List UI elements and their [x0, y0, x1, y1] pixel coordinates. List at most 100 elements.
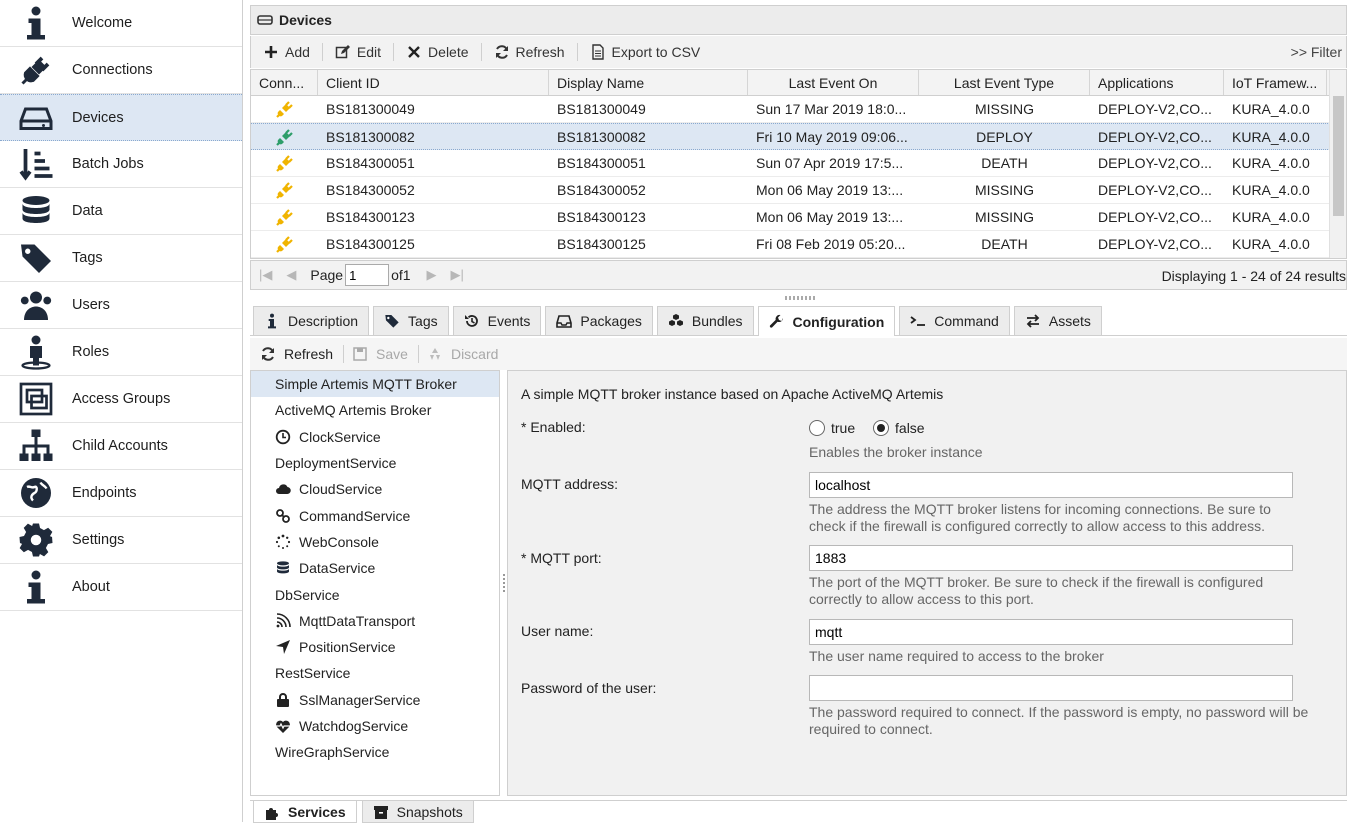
scrollbar-thumb[interactable]	[1333, 96, 1344, 216]
bottom-tab-snapshots[interactable]: Snapshots	[361, 801, 474, 823]
tab-assets[interactable]: Assets	[1013, 306, 1102, 335]
service-list-item[interactable]: DataService	[251, 555, 499, 581]
config-refresh-button[interactable]: Refresh	[260, 346, 333, 362]
tab-tags[interactable]: Tags	[373, 306, 449, 335]
grid-scrollbar[interactable]	[1329, 70, 1346, 258]
sidebar-item-devices[interactable]: Devices	[0, 94, 242, 141]
tab-bundles[interactable]: Bundles	[656, 306, 754, 335]
sidebar-item-about[interactable]: About	[0, 564, 242, 611]
service-list-item[interactable]: PositionService	[251, 634, 499, 660]
table-row[interactable]: BS181300082 BS181300082 Fri 10 May 2019 09…	[251, 123, 1346, 150]
column-header[interactable]: Display Name	[549, 70, 748, 95]
page-label: Page	[310, 267, 344, 283]
service-list-item[interactable]: CloudService	[251, 476, 499, 502]
enabled-false-radio[interactable]: false	[873, 420, 925, 436]
service-list-item[interactable]: MqttDataTransport	[251, 608, 499, 634]
tab-description[interactable]: Description	[253, 306, 370, 335]
column-header[interactable]: Last Event On	[748, 70, 919, 95]
service-label: DataService	[299, 560, 376, 577]
column-header[interactable]: Applications	[1090, 70, 1224, 95]
hdd-icon	[257, 11, 273, 30]
service-list-item[interactable]: DeploymentService	[251, 450, 499, 476]
column-header[interactable]: Client ID	[318, 70, 549, 95]
service-list-item[interactable]: WatchdogService	[251, 713, 499, 739]
page-input[interactable]	[345, 264, 390, 286]
service-list-item[interactable]: WireGraphService	[251, 739, 499, 765]
column-header[interactable]: IoT Framew...	[1224, 70, 1327, 95]
table-row[interactable]: BS184300051 BS184300051 Sun 07 Apr 2019 17…	[251, 150, 1346, 177]
sidebar-item-users[interactable]: Users	[0, 282, 242, 329]
sidebar-item-endpoints[interactable]: Endpoints	[0, 470, 242, 517]
cell-last-event-type: DEPLOY	[976, 129, 1033, 145]
refresh-button[interactable]: Refresh	[490, 40, 569, 64]
service-list-item[interactable]: Simple Artemis MQTT Broker	[251, 371, 499, 398]
clock-icon	[275, 429, 299, 445]
table-row[interactable]: BS181300049 BS181300049 Sun 17 Mar 2019 18…	[251, 96, 1346, 123]
devices-panel: Devices Add Edit Delete Refresh Export t…	[250, 0, 1347, 823]
sidebar-item-batch-jobs[interactable]: Batch Jobs	[0, 141, 242, 188]
tab-configuration[interactable]: Configuration	[757, 306, 896, 336]
sidebar-item-roles[interactable]: Roles	[0, 329, 242, 376]
last-page-icon[interactable]: ▶|	[451, 267, 464, 283]
plus-icon	[265, 46, 277, 58]
table-row[interactable]: BS184300123 BS184300123 Mon 06 May 2019 13…	[251, 204, 1346, 231]
service-list-item[interactable]: ActiveMQ Artemis Broker	[251, 397, 499, 423]
next-page-icon[interactable]: ▶	[427, 267, 437, 283]
connection-status-icon	[251, 150, 318, 176]
sidebar-item-label: Batch Jobs	[72, 156, 144, 172]
delete-button[interactable]: Delete	[402, 40, 472, 64]
service-list-item[interactable]: CommandService	[251, 502, 499, 528]
tab-label: Tags	[408, 313, 438, 329]
cell-applications: DEPLOY-V2,CO...	[1098, 236, 1212, 252]
sidebar-item-label: Tags	[72, 250, 103, 266]
sidebar-item-access-groups[interactable]: Access Groups	[0, 376, 242, 423]
tab-events[interactable]: Events	[452, 306, 542, 335]
add-button[interactable]: Add	[259, 40, 314, 64]
tab-command[interactable]: Command	[899, 306, 1010, 335]
user-help: The user name required to access to the …	[809, 648, 1104, 664]
edit-button[interactable]: Edit	[331, 40, 385, 64]
password-label: Password of the user:	[521, 680, 657, 696]
sidebar-item-welcome[interactable]: Welcome	[0, 0, 242, 47]
mqtt-port-input[interactable]	[809, 545, 1293, 571]
tab-label: Events	[487, 313, 531, 329]
service-label: MqttDataTransport	[299, 612, 416, 629]
service-label: ActiveMQ Artemis Broker	[275, 402, 432, 419]
tab-packages[interactable]: Packages	[545, 306, 653, 335]
sidebar-item-data[interactable]: Data	[0, 188, 242, 235]
sidebar-item-tags[interactable]: Tags	[0, 235, 242, 282]
table-row[interactable]: BS184300125 BS184300125 Fri 08 Feb 2019 05…	[251, 231, 1346, 258]
service-list-item[interactable]: RestService	[251, 660, 499, 686]
refresh-icon	[495, 45, 508, 59]
export-csv-button[interactable]: Export to CSV	[586, 40, 705, 64]
sidebar-item-connections[interactable]: Connections	[0, 47, 242, 94]
password-input[interactable]	[809, 675, 1293, 701]
radio-circle[interactable]	[809, 420, 825, 436]
mqtt-address-input[interactable]	[809, 472, 1293, 498]
save-button[interactable]: Save	[352, 346, 408, 362]
service-list-item[interactable]: SslManagerService	[251, 687, 499, 713]
cell-client-id: BS181300049	[326, 101, 415, 117]
service-list-item[interactable]: WebConsole	[251, 529, 499, 555]
filter-toggle[interactable]: >> Filter	[1291, 44, 1342, 60]
sidebar-item-settings[interactable]: Settings	[0, 517, 242, 564]
bottom-tab-services[interactable]: Services	[253, 801, 357, 823]
split-handle[interactable]	[785, 296, 815, 300]
user-name-input[interactable]	[809, 619, 1293, 645]
column-header[interactable]: Last Event Type	[919, 70, 1090, 95]
exchange-icon	[1025, 313, 1049, 329]
discard-button[interactable]: Discard	[427, 346, 498, 362]
service-list-item[interactable]: DbService	[251, 581, 499, 607]
cell-last-event-on: Sun 07 Apr 2019 17:5...	[756, 155, 904, 171]
service-list-item[interactable]: ClockService	[251, 424, 499, 450]
column-header[interactable]: Conn...	[251, 70, 318, 95]
devices-toolbar: Add Edit Delete Refresh Export to CSV >>…	[250, 36, 1347, 68]
table-row[interactable]: BS184300052 BS184300052 Mon 06 May 2019 13…	[251, 177, 1346, 204]
sidebar-item-label: Access Groups	[72, 391, 171, 407]
enabled-true-radio[interactable]: true	[809, 420, 855, 436]
sidebar-item-child-accounts[interactable]: Child Accounts	[0, 423, 242, 470]
prev-page-icon[interactable]: ◀	[286, 267, 296, 283]
first-page-icon[interactable]: |◀	[259, 267, 272, 283]
inbox-icon	[556, 313, 580, 329]
radio-circle-checked[interactable]	[873, 420, 890, 436]
